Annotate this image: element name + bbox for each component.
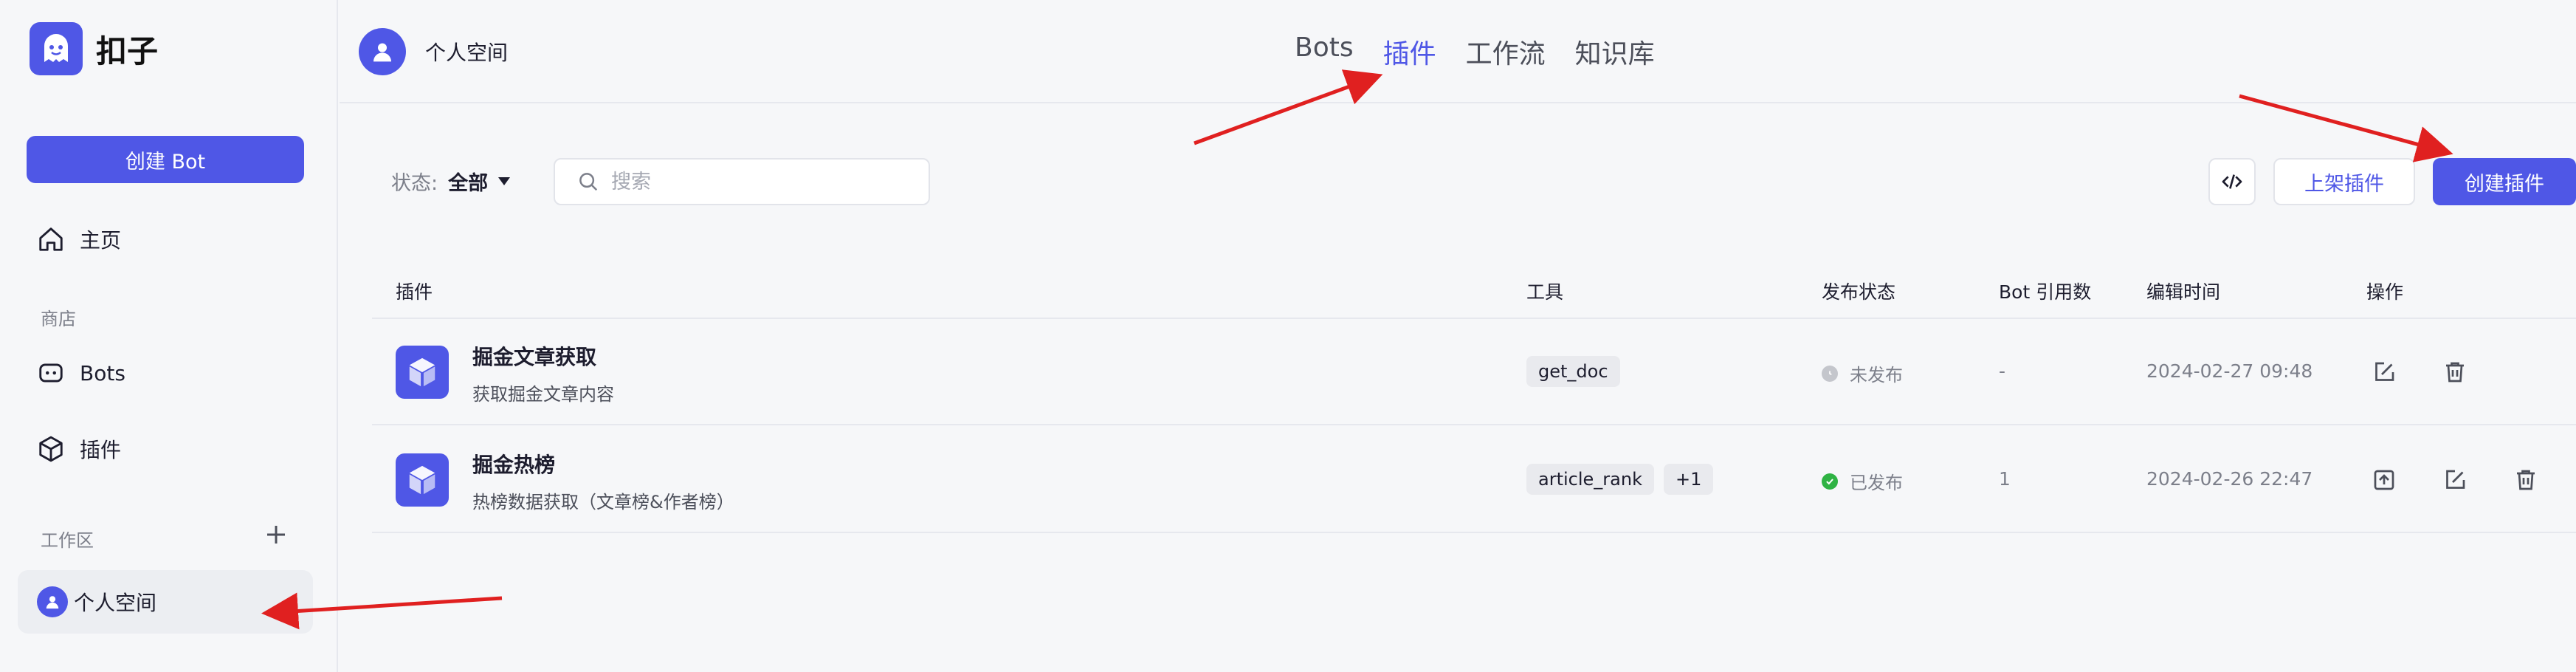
column-header: 工具 (1526, 281, 1564, 303)
app-logo[interactable]: 扣子 (30, 22, 158, 75)
publish-status-label: 已发布 (1850, 473, 1903, 493)
tab-plugins[interactable]: 插件 (1383, 32, 1436, 71)
sidebar-item-label: 主页 (80, 228, 122, 253)
tool-tag: article_rank (1526, 464, 1654, 495)
sidebar-item-label: Bots (80, 360, 125, 385)
column-header: 插件 (396, 281, 433, 303)
cube-icon (39, 436, 63, 462)
tool-tag: get_doc (1526, 356, 1620, 387)
edit-icon[interactable] (2371, 359, 2397, 385)
app-name: 扣子 (96, 32, 159, 69)
edit-icon[interactable] (2442, 467, 2468, 493)
home-icon (39, 227, 63, 251)
bot-ref-count: - (1999, 360, 2006, 382)
sidebar-item-personal-space[interactable]: 个人空间 (18, 570, 313, 634)
sidebar-item-label: 个人空间 (74, 591, 157, 615)
check-icon (1822, 473, 1838, 490)
plugin-name[interactable]: 掘金文章获取 (472, 341, 596, 371)
code-icon (2222, 174, 2242, 189)
sidebar: 扣子 创建 Bot 主页 商店 Bots 插件 工作区 个人空间 (0, 0, 338, 672)
bot-ref-count: 1 (1999, 468, 2011, 490)
delete-icon[interactable] (2442, 359, 2468, 385)
clock-icon (1822, 365, 1838, 382)
status-filter-label: 状态: (391, 172, 438, 195)
delete-icon[interactable] (2513, 467, 2539, 493)
edit-time: 2024-02-26 22:47 (2146, 468, 2313, 490)
tool-tag-more[interactable]: +1 (1664, 464, 1714, 495)
store-section-label: 商店 (41, 309, 76, 329)
bot-icon (39, 363, 63, 383)
status-filter[interactable]: 状态: 全部 (391, 167, 511, 196)
table-row[interactable]: 掘金文章获取 获取掘金文章内容 get_doc 未发布 - 2024-02-27… (372, 319, 2576, 425)
publish-status: 未发布 (1822, 360, 1903, 386)
search-input[interactable] (611, 170, 906, 193)
tab-knowledge[interactable]: 知识库 (1575, 32, 1655, 71)
plugin-name[interactable]: 掘金热榜 (472, 449, 555, 479)
table-header: 插件 工具 发布状态 Bot 引用数 编辑时间 操作 (372, 273, 2576, 319)
list-plugin-button[interactable]: 上架插件 (2273, 158, 2415, 205)
column-header: Bot 引用数 (1999, 281, 2092, 303)
sidebar-item-label: 插件 (80, 438, 122, 462)
table-row[interactable]: 掘金热榜 热榜数据获取（文章榜&作者榜） article_rank +1 已发布… (372, 427, 2576, 533)
sidebar-item-bots[interactable]: Bots (37, 359, 125, 387)
column-header: 编辑时间 (2146, 281, 2221, 303)
upload-icon[interactable] (2371, 467, 2397, 493)
arrow-to-create-plugin (2239, 94, 2453, 162)
logo-icon (30, 22, 83, 75)
code-button[interactable] (2208, 158, 2256, 205)
tab-bots[interactable]: Bots (1295, 32, 1354, 71)
search-box[interactable] (554, 158, 930, 205)
sidebar-item-plugins[interactable]: 插件 (37, 434, 121, 464)
tab-workflow[interactable]: 工作流 (1466, 32, 1546, 71)
user-avatar-icon (37, 586, 68, 617)
space-name[interactable]: 个人空间 (425, 37, 508, 66)
create-bot-button[interactable]: 创建 Bot (27, 136, 304, 183)
plugin-description: 热榜数据获取（文章榜&作者榜） (472, 492, 734, 512)
workspace-section-label: 工作区 (41, 530, 94, 551)
add-workspace-icon[interactable] (263, 521, 289, 548)
column-header: 操作 (2366, 281, 2404, 303)
edit-time: 2024-02-27 09:48 (2146, 360, 2313, 382)
sidebar-item-home[interactable]: 主页 (37, 224, 121, 254)
plugin-cube-icon (396, 346, 449, 399)
publish-status-label: 未发布 (1850, 365, 1903, 385)
create-plugin-button[interactable]: 创建插件 (2433, 158, 2576, 205)
caret-down-icon (498, 177, 511, 185)
space-avatar-icon[interactable] (359, 28, 406, 75)
column-header: 发布状态 (1822, 281, 1896, 303)
publish-status: 已发布 (1822, 468, 1903, 494)
status-filter-value: 全部 (448, 172, 489, 195)
top-header: 个人空间 Bots 插件 工作流 知识库 (340, 0, 2576, 103)
search-icon (579, 173, 598, 191)
main-tabs: Bots 插件 工作流 知识库 (1295, 32, 1684, 71)
plugin-description: 获取掘金文章内容 (472, 384, 614, 405)
plugin-cube-icon (396, 453, 449, 507)
